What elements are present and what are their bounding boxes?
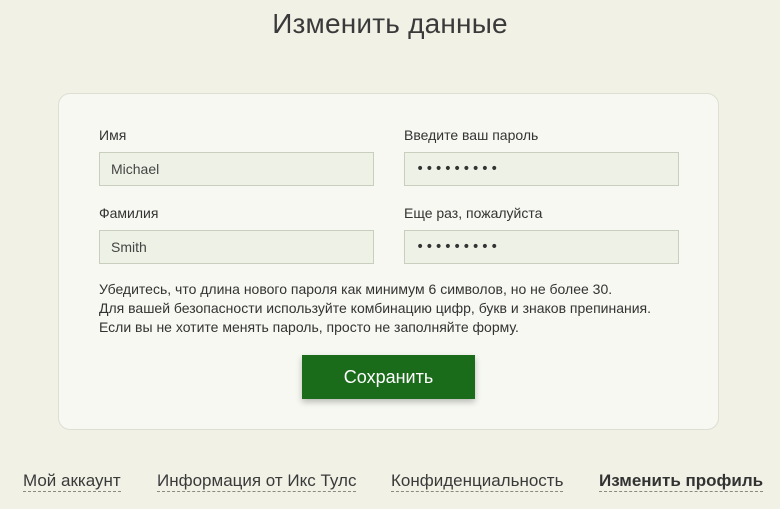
password-input[interactable] xyxy=(404,152,679,186)
edit-profile-form: Имя Фамилия Введите ваш пароль Еще раз, … xyxy=(58,93,719,430)
password-field-group: Введите ваш пароль xyxy=(404,126,679,186)
page: Изменить данные Имя Фамилия Введите ваш … xyxy=(0,0,780,509)
password-hint: Убедитесь, что длина нового пароля как м… xyxy=(99,280,699,337)
bottom-nav: Мой аккаунт Информация от Икс Тулс Конфи… xyxy=(0,471,780,495)
nav-link-privacy[interactable]: Конфиденциальность xyxy=(391,471,564,492)
page-title: Изменить данные xyxy=(272,8,508,39)
save-button[interactable]: Сохранить xyxy=(302,355,475,399)
password-confirm-input[interactable] xyxy=(404,230,679,264)
nav-link-info[interactable]: Информация от Икс Тулс xyxy=(157,471,357,492)
password-confirm-label: Еще раз, пожалуйста xyxy=(404,205,543,221)
first-name-input[interactable] xyxy=(99,152,374,186)
last-name-label: Фамилия xyxy=(99,205,159,221)
password-confirm-field-group: Еще раз, пожалуйста xyxy=(404,204,679,264)
hint-line: Для вашей безопасности используйте комби… xyxy=(99,300,652,316)
last-name-field-group: Фамилия xyxy=(99,204,374,264)
password-label: Введите ваш пароль xyxy=(404,127,539,143)
hint-line: Если вы не хотите менять пароль, просто … xyxy=(99,319,519,335)
first-name-field-group: Имя xyxy=(99,126,374,186)
nav-link-my-account[interactable]: Мой аккаунт xyxy=(23,471,121,492)
nav-link-edit-profile[interactable]: Изменить профиль xyxy=(599,471,764,492)
first-name-label: Имя xyxy=(99,127,127,143)
last-name-input[interactable] xyxy=(99,230,374,264)
hint-line: Убедитесь, что длина нового пароля как м… xyxy=(99,281,613,297)
